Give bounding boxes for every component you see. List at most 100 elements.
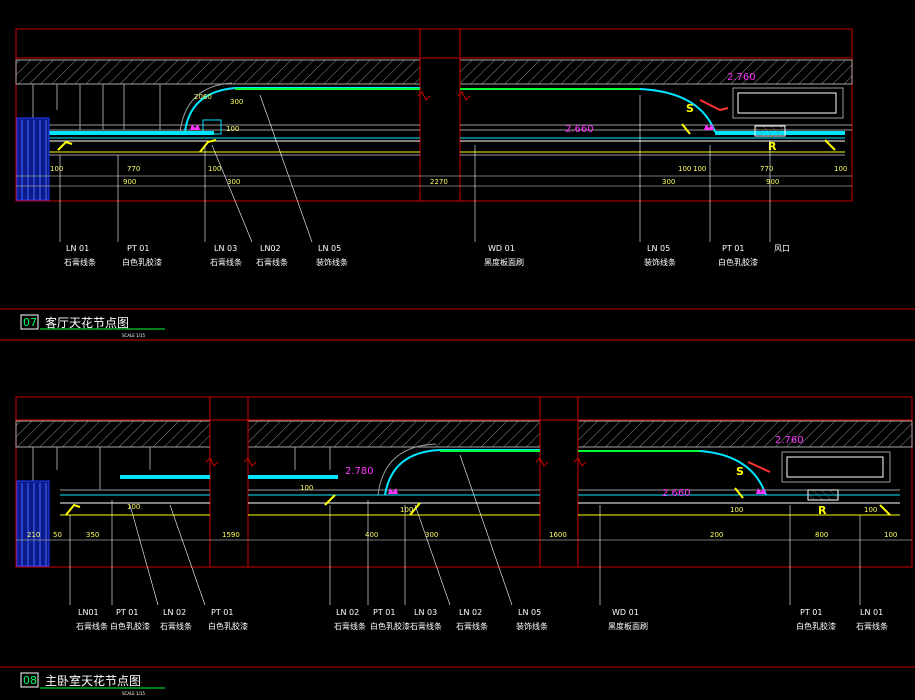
level-08-b: 2.660 bbox=[662, 488, 691, 499]
slab-08-c bbox=[577, 420, 913, 448]
ceiling-layers-right bbox=[460, 124, 852, 156]
callout-07-4-name: 石膏线条 bbox=[256, 257, 288, 267]
level-08-c: 2.760 bbox=[775, 435, 804, 446]
callout-08-6-code: PT 01 bbox=[373, 608, 395, 617]
dim-08-1: 210 bbox=[27, 531, 40, 539]
slab-08-a bbox=[15, 420, 211, 448]
dim-07-2: 770 bbox=[127, 165, 140, 173]
callout-08-7-name: 石膏线条 bbox=[410, 621, 442, 631]
callout-08-2-code: PT 01 bbox=[116, 608, 138, 617]
air-duct-08-inner bbox=[786, 456, 884, 478]
callout-08-6-name: 白色乳胶漆 bbox=[370, 621, 410, 631]
dim-07-14: 100 bbox=[834, 165, 847, 173]
callout-07-1-name: 石膏线条 bbox=[64, 257, 96, 267]
slab-08-b bbox=[247, 420, 541, 448]
mark-supply-s: S bbox=[686, 102, 694, 115]
callout-08-11-name: 白色乳胶漆 bbox=[796, 621, 836, 631]
air-duct-inner bbox=[737, 92, 837, 114]
cornice-08-5 bbox=[879, 504, 891, 516]
cornice-08-1 bbox=[65, 503, 81, 516]
callout-07-3-code: LN 03 bbox=[214, 244, 237, 253]
callout-07-6-name: 黑度板面刷 bbox=[484, 257, 524, 267]
callout-07-6-code: WD 01 bbox=[488, 244, 515, 253]
airflow-arrow-supply bbox=[699, 99, 721, 111]
hanger-rods bbox=[32, 84, 161, 130]
dim-07-10: 100 bbox=[678, 165, 691, 173]
callout-07-8-name: 白色乳胶漆 bbox=[718, 257, 758, 267]
scale-08: SCALE 1/15 bbox=[122, 691, 146, 696]
dim-07-15: 100 bbox=[226, 125, 239, 133]
callout-07-7-name: 装饰线条 bbox=[644, 257, 676, 267]
dim-07-9: 300 bbox=[662, 178, 675, 186]
dim-07-13: 900 bbox=[766, 178, 779, 186]
break-mark-08-3 bbox=[535, 457, 549, 467]
air-vent-08 bbox=[807, 489, 839, 501]
level-08-a: 2.780 bbox=[345, 466, 374, 477]
callout-07-2-name: 白色乳胶漆 bbox=[122, 257, 162, 267]
beam-column bbox=[419, 28, 461, 202]
callout-08-12-name: 石膏线条 bbox=[856, 621, 888, 631]
callout-08-7-code: LN 03 bbox=[414, 608, 437, 617]
concrete-slab-right bbox=[459, 59, 853, 85]
dim-08-14: 100 bbox=[730, 506, 743, 514]
section-07-ceiling-detail: 100 770 900 2060 100 300 300 2270 300 10… bbox=[0, 28, 915, 341]
section-08-ceiling-detail: 210 50 350 100 1590 400 300 100 1600 200… bbox=[0, 396, 915, 696]
dim-08-2: 50 bbox=[53, 531, 62, 539]
callout-08-9-code: LN 05 bbox=[518, 608, 541, 617]
callout-08-5-code: LN 02 bbox=[336, 608, 359, 617]
break-mark-08-4 bbox=[573, 457, 587, 467]
dim-08-8: 100 bbox=[400, 506, 413, 514]
callout-labels-07: LN 01 石膏线条 PT 01 白色乳胶漆 LN 03 石膏线条 LN02 石… bbox=[64, 244, 790, 267]
callout-08-11-code: PT 01 bbox=[800, 608, 822, 617]
dim-08-15: 100 bbox=[864, 506, 877, 514]
dim-08-3: 350 bbox=[86, 531, 99, 539]
callout-07-8-code: PT 01 bbox=[722, 244, 744, 253]
air-vent-grille bbox=[754, 125, 786, 137]
callout-08-9-name: 装饰线条 bbox=[516, 621, 548, 631]
dim-07-6: 300 bbox=[227, 178, 240, 186]
callout-07-4-code: LN02 bbox=[260, 244, 281, 253]
dim-08-4: 100 bbox=[127, 503, 140, 511]
break-mark-08-2 bbox=[243, 457, 257, 467]
dim-08-7: 300 bbox=[425, 531, 438, 539]
airflow-arrow-head bbox=[719, 107, 729, 111]
callout-08-3-code: LN 02 bbox=[163, 608, 186, 617]
dim-07-4: 2060 bbox=[194, 93, 212, 101]
cornice-moulding-2 bbox=[199, 139, 217, 153]
callout-08-12-code: LN 01 bbox=[860, 608, 883, 617]
callout-labels-08: LN01 石膏线条 PT 01 白色乳胶漆 LN 02 石膏线条 PT 01 白… bbox=[76, 608, 888, 631]
mark-return-r: R bbox=[768, 140, 777, 153]
section-number-08: 08 bbox=[23, 674, 37, 687]
light-symbol-08-a bbox=[388, 488, 398, 494]
beam-column-08-a bbox=[209, 396, 249, 568]
mark-08-r: R bbox=[818, 504, 827, 517]
callout-08-5-name: 石膏线条 bbox=[334, 621, 366, 631]
hanger-rods-08 bbox=[32, 447, 331, 490]
dim-08-5: 1590 bbox=[222, 531, 240, 539]
concrete-slab-left bbox=[15, 59, 421, 85]
callout-08-4-name: 白色乳胶漆 bbox=[208, 621, 248, 631]
dim-08-12: 100 bbox=[884, 531, 897, 539]
curved-cove-08-left bbox=[384, 449, 540, 496]
mark-08-s: S bbox=[736, 465, 744, 478]
dim-07-11: 100 bbox=[693, 165, 706, 173]
dim-07-12: 770 bbox=[760, 165, 773, 173]
dim-07-3: 900 bbox=[123, 178, 136, 186]
callout-08-2-name: 白色乳胶漆 bbox=[110, 621, 150, 631]
section-07-frame bbox=[15, 28, 853, 202]
dim-07-7: 300 bbox=[230, 98, 243, 106]
callout-07-7-code: LN 05 bbox=[647, 244, 670, 253]
callout-07-1-code: LN 01 bbox=[66, 244, 89, 253]
section-title-08: 主卧室天花节点图 bbox=[45, 673, 141, 688]
callout-08-10-code: WD 01 bbox=[612, 608, 639, 617]
ceiling-layers-08 bbox=[60, 475, 900, 516]
callout-08-1-code: LN01 bbox=[78, 608, 99, 617]
scale-07: SCALE 1/15 bbox=[122, 333, 146, 338]
dim-07-1: 100 bbox=[50, 165, 63, 173]
leader-lines-07 bbox=[59, 94, 771, 243]
callout-08-8-name: 石膏线条 bbox=[456, 621, 488, 631]
callout-08-8-code: LN 02 bbox=[459, 608, 482, 617]
dim-08-10: 200 bbox=[710, 531, 723, 539]
callout-08-4-code: PT 01 bbox=[211, 608, 233, 617]
callout-08-3-name: 石膏线条 bbox=[160, 621, 192, 631]
